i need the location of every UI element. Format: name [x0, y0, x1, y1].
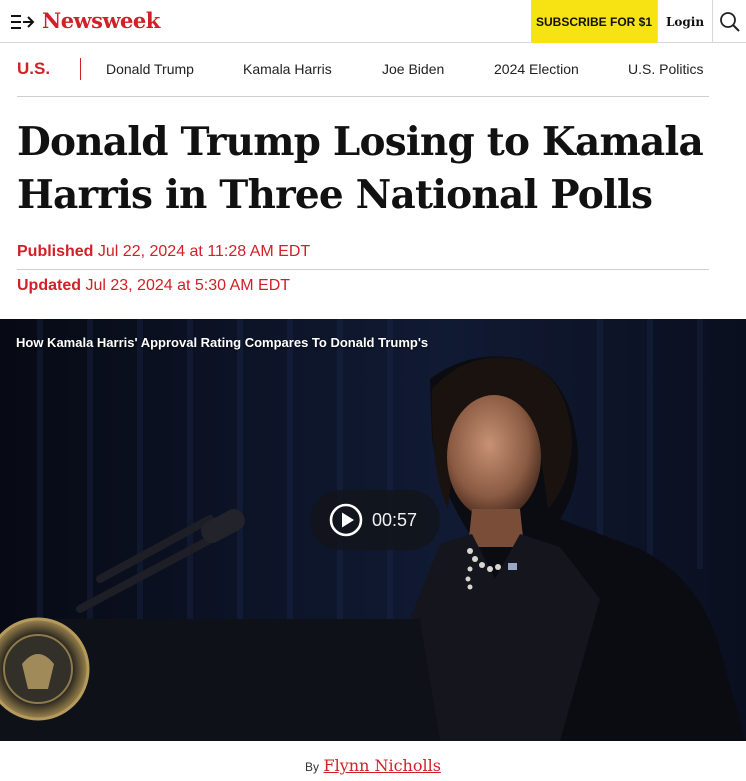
video-duration: 00:57 [372, 510, 418, 530]
byline-prefix: By [305, 760, 320, 774]
section-nav: U.S. Donald Trump Kamala Harris Joe Bide… [17, 44, 709, 97]
search-icon [720, 11, 740, 32]
menu-button[interactable] [10, 11, 36, 33]
nav-link-joe-biden[interactable]: Joe Biden [382, 61, 444, 78]
site-header: Newsweek SUBSCRIBE FOR $1 Login [0, 0, 746, 43]
headline-line-1: Donald Trump Losing to Kamala [17, 119, 704, 165]
updated-label: Updated [17, 277, 81, 294]
play-button[interactable]: 00:57 [310, 490, 440, 550]
updated-date: Jul 23, 2024 at 5:30 AM EDT [85, 277, 291, 294]
published-date-row: Published Jul 22, 2024 at 11:28 AM EDT [17, 242, 709, 270]
nav-link-donald-trump[interactable]: Donald Trump [106, 61, 194, 78]
updated-date-row: Updated Jul 23, 2024 at 5:30 AM EDT [17, 276, 709, 296]
published-date: Jul 22, 2024 at 11:28 AM EDT [97, 243, 311, 260]
headline-line-2: Harris in Three National Polls [17, 172, 653, 218]
play-circle-icon [329, 503, 363, 537]
section-label[interactable]: U.S. [17, 59, 50, 79]
nav-link-2024-election[interactable]: 2024 Election [494, 61, 579, 78]
article-headline: Donald Trump Losing to Kamala Harris in … [17, 116, 732, 222]
video-player[interactable]: How Kamala Harris' Approval Rating Compa… [0, 319, 746, 741]
newsweek-logo[interactable]: Newsweek [42, 8, 160, 34]
nav-link-kamala-harris[interactable]: Kamala Harris [243, 61, 332, 78]
search-button[interactable] [714, 0, 746, 43]
section-divider [80, 58, 81, 80]
subscribe-button[interactable]: SUBSCRIBE FOR $1 [531, 0, 657, 43]
published-label: Published [17, 243, 94, 260]
video-title: How Kamala Harris' Approval Rating Compa… [16, 335, 429, 350]
login-button[interactable]: Login [657, 0, 713, 43]
nav-link-us-politics[interactable]: U.S. Politics [628, 61, 703, 78]
byline: By Flynn Nicholls [0, 755, 746, 778]
menu-arrow-icon [11, 15, 35, 29]
author-link[interactable]: Flynn Nicholls [324, 756, 441, 775]
